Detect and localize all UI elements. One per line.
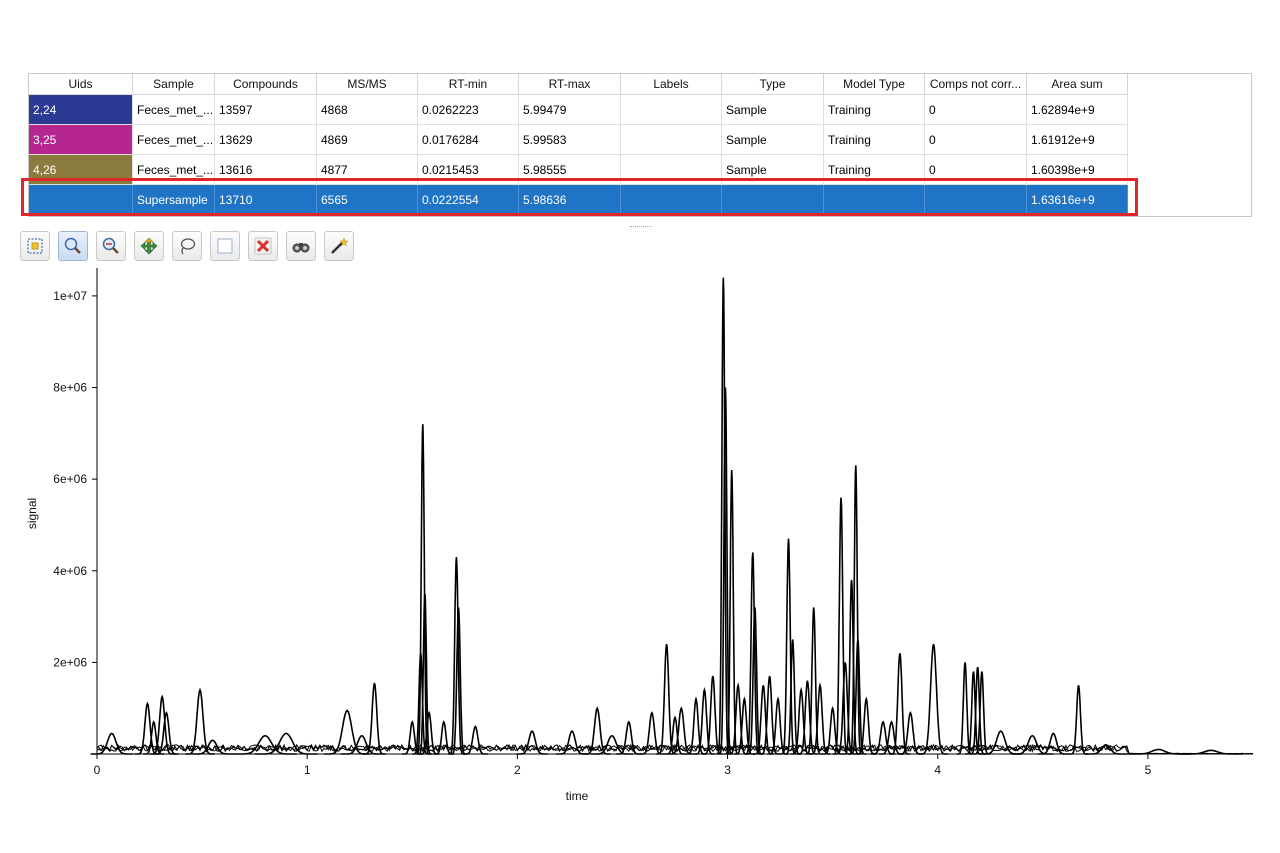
pan-icon bbox=[140, 237, 158, 255]
y-axis-ticks: 2e+06 4e+06 6e+06 8e+06 1e+07 bbox=[53, 289, 97, 669]
table-row[interactable]: 2,24 Feces_met_... 13597 4868 0.0262223 … bbox=[29, 95, 1251, 125]
peak-trace bbox=[832, 497, 850, 755]
comps-not-corr-cell[interactable]: 0 bbox=[925, 95, 1027, 125]
x-tick-label: 5 bbox=[1145, 763, 1152, 777]
labels-cell[interactable] bbox=[621, 125, 722, 155]
zoom-out-button[interactable] bbox=[96, 231, 126, 261]
y-axis-label: signal bbox=[25, 498, 39, 529]
peak-trace bbox=[809, 682, 831, 755]
zoom-out-icon bbox=[102, 237, 119, 254]
select-box-button[interactable] bbox=[20, 231, 50, 261]
sample-cell[interactable]: Feces_met_... bbox=[133, 125, 215, 155]
msms-cell[interactable]: 4869 bbox=[317, 125, 418, 155]
y-tick-label: 2e+06 bbox=[53, 655, 87, 669]
model-type-cell[interactable]: Training bbox=[824, 95, 925, 125]
rt-max-cell[interactable]: 5.99583 bbox=[519, 125, 621, 155]
peak-trace bbox=[780, 538, 797, 755]
column-header-type[interactable]: Type bbox=[722, 74, 824, 95]
lasso-button[interactable] bbox=[172, 231, 202, 261]
model-type-cell[interactable]: Training bbox=[824, 125, 925, 155]
empty-square-icon bbox=[217, 238, 233, 254]
pan-button[interactable] bbox=[134, 231, 164, 261]
splitter-handle[interactable] bbox=[630, 226, 652, 229]
column-header-compounds[interactable]: Compounds bbox=[215, 74, 317, 95]
y-tick-label: 6e+06 bbox=[53, 472, 87, 486]
y-tick-label: 8e+06 bbox=[53, 381, 87, 395]
x-axis-ticks: 0 1 2 3 4 5 bbox=[94, 754, 1152, 777]
peak-trace bbox=[590, 734, 633, 755]
peak-trace bbox=[516, 730, 548, 755]
area-sum-cell[interactable]: 1.61912e+9 bbox=[1027, 125, 1128, 155]
selection-highlight-box bbox=[21, 178, 1138, 216]
uids-cell[interactable]: 2,24 bbox=[29, 95, 133, 125]
area-sum-cell[interactable]: 1.62894e+9 bbox=[1027, 95, 1128, 125]
y-tick-label: 1e+07 bbox=[53, 289, 87, 303]
find-button[interactable] bbox=[286, 231, 316, 261]
select-box-icon bbox=[27, 238, 43, 254]
delete-icon bbox=[254, 237, 272, 255]
type-cell[interactable]: Sample bbox=[722, 125, 824, 155]
x-axis-label: time bbox=[566, 789, 589, 803]
column-header-rt-min[interactable]: RT-min bbox=[418, 74, 519, 95]
clear-selection-button[interactable] bbox=[210, 231, 240, 261]
zoom-in-icon bbox=[64, 237, 81, 254]
peak-trace bbox=[656, 643, 678, 755]
column-header-area-sum[interactable]: Area sum bbox=[1027, 74, 1128, 95]
x-tick-label: 2 bbox=[514, 763, 521, 777]
column-header-labels[interactable]: Labels bbox=[621, 74, 722, 95]
rt-min-cell[interactable]: 0.0262223 bbox=[418, 95, 519, 125]
column-header-comps-not-corr[interactable]: Comps not corr... bbox=[925, 74, 1027, 95]
column-header-model-type[interactable]: Model Type bbox=[824, 74, 925, 95]
lasso-icon bbox=[180, 238, 196, 255]
magic-wand-icon bbox=[331, 237, 349, 254]
peak-trace bbox=[1069, 685, 1088, 755]
x-tick-label: 3 bbox=[724, 763, 731, 777]
delete-button[interactable] bbox=[248, 231, 278, 261]
column-header-uids[interactable]: Uids bbox=[29, 74, 133, 95]
signal-vs-time-chart[interactable]: 0 1 2 3 4 5 2e+06 4e+06 6e+06 8e+06 1e+07 time si… bbox=[0, 268, 1280, 808]
msms-cell[interactable]: 4868 bbox=[317, 95, 418, 125]
column-header-sample[interactable]: Sample bbox=[133, 74, 215, 95]
column-header-rt-max[interactable]: RT-max bbox=[519, 74, 621, 95]
table-header: Uids Sample Compounds MS/MS RT-min RT-ma… bbox=[29, 74, 1251, 95]
peak-trace bbox=[727, 682, 749, 755]
auto-button[interactable] bbox=[324, 231, 354, 261]
comps-not-corr-cell[interactable]: 0 bbox=[925, 125, 1027, 155]
sample-cell[interactable]: Feces_met_... bbox=[133, 95, 215, 125]
peak-trace bbox=[233, 734, 297, 755]
table-row[interactable]: 3,25 Feces_met_... 13629 4869 0.0176284 … bbox=[29, 125, 1251, 155]
chromatogram-traces bbox=[90, 277, 1254, 755]
binoculars-icon bbox=[292, 243, 310, 253]
rt-min-cell[interactable]: 0.0176284 bbox=[418, 125, 519, 155]
y-tick-label: 4e+06 bbox=[53, 564, 87, 578]
x-tick-label: 1 bbox=[304, 763, 311, 777]
zoom-in-button[interactable] bbox=[58, 231, 88, 261]
peak-trace bbox=[918, 643, 949, 755]
peak-trace bbox=[185, 687, 215, 755]
labels-cell[interactable] bbox=[621, 95, 722, 125]
type-cell[interactable]: Sample bbox=[722, 95, 824, 125]
x-tick-label: 4 bbox=[934, 763, 941, 777]
compounds-cell[interactable]: 13629 bbox=[215, 125, 317, 155]
column-header-msms[interactable]: MS/MS bbox=[317, 74, 418, 95]
x-tick-label: 0 bbox=[94, 763, 101, 777]
compounds-cell[interactable]: 13597 bbox=[215, 95, 317, 125]
rt-max-cell[interactable]: 5.99479 bbox=[519, 95, 621, 125]
uids-cell[interactable]: 3,25 bbox=[29, 125, 133, 155]
